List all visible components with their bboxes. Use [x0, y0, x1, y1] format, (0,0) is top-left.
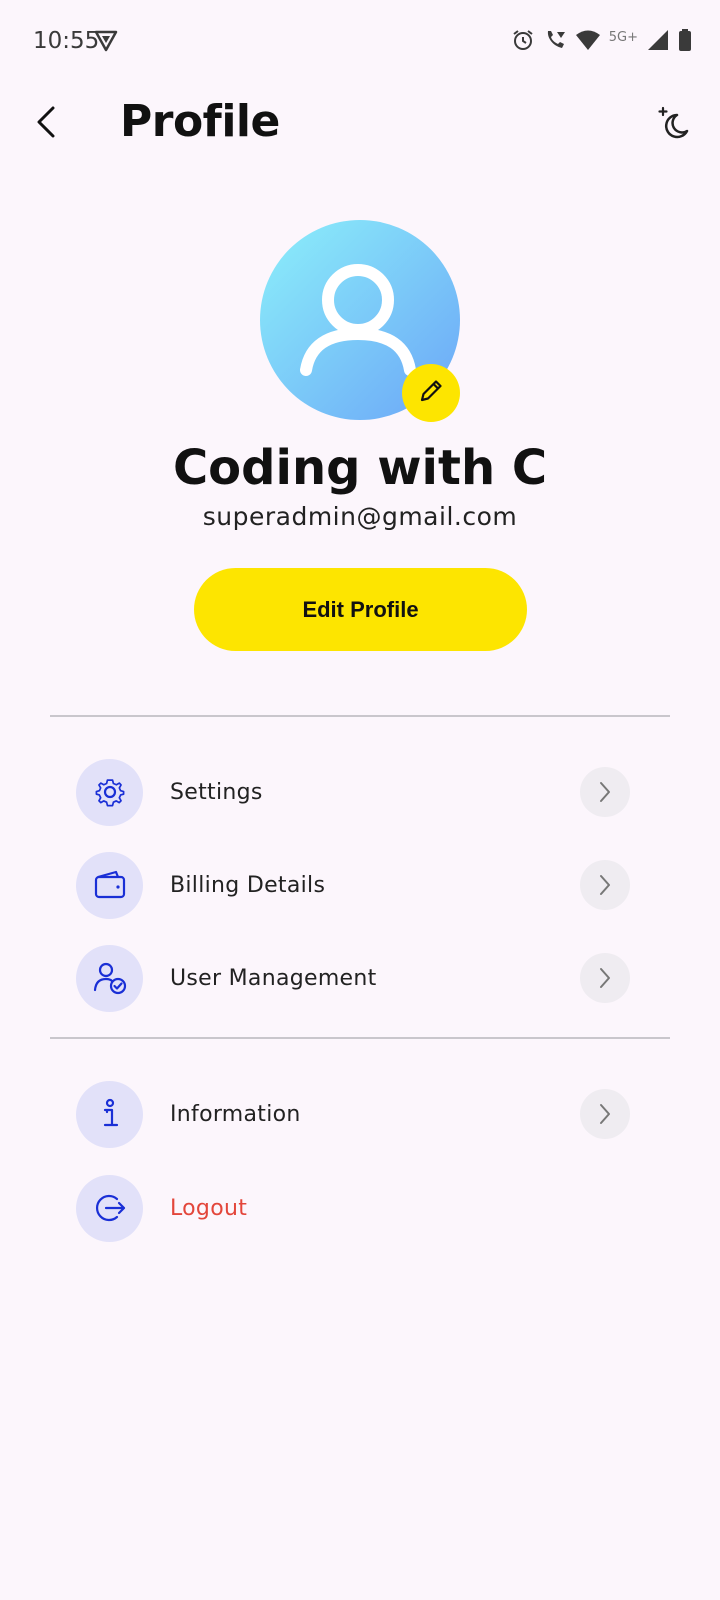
theme-toggle-button[interactable] — [650, 102, 698, 150]
chevron-right-icon — [580, 860, 630, 910]
menu-item-billing-details[interactable]: Billing Details — [76, 851, 632, 919]
menu-label-settings: Settings — [170, 779, 263, 805]
menu-label-logout: Logout — [170, 1195, 248, 1221]
battery-icon — [678, 28, 692, 57]
pencil-icon — [417, 377, 445, 410]
menu-item-information[interactable]: Information — [76, 1080, 632, 1148]
chevron-right-icon — [580, 953, 630, 1003]
dark-mode-icon — [655, 105, 693, 148]
info-icon — [76, 1080, 143, 1148]
wifi-icon — [575, 29, 601, 56]
divider — [50, 715, 670, 717]
alarm-icon — [511, 28, 535, 57]
wifi-call-icon — [543, 28, 567, 57]
menu-label-user-management: User Management — [170, 965, 377, 991]
menu-item-user-management[interactable]: User Management — [76, 944, 632, 1012]
user-check-icon — [76, 944, 143, 1012]
back-arrow-icon — [35, 105, 57, 144]
chevron-right-icon — [580, 767, 630, 817]
edit-profile-button[interactable]: Edit Profile — [194, 568, 527, 651]
back-button[interactable] — [26, 104, 66, 144]
status-time: 10:55 — [33, 28, 100, 54]
avatar-container — [260, 220, 460, 422]
network-type: 5G+ — [608, 30, 638, 45]
vpn-shield-icon — [94, 30, 118, 57]
menu-label-information: Information — [170, 1101, 301, 1127]
status-bar: 10:55 5G+ — [0, 0, 720, 84]
app-bar: Profile — [0, 90, 720, 162]
gear-icon — [76, 758, 143, 826]
menu-label-billing-details: Billing Details — [170, 872, 326, 898]
signal-icon — [646, 28, 670, 57]
chevron-right-icon — [580, 1089, 630, 1139]
divider — [50, 1037, 670, 1039]
page-title: Profile — [120, 96, 280, 147]
user-name: Coding with C — [172, 440, 548, 496]
menu-item-logout[interactable]: Logout — [76, 1174, 632, 1242]
wallet-icon — [76, 851, 143, 919]
menu-item-settings[interactable]: Settings — [76, 758, 632, 826]
logout-icon — [76, 1174, 143, 1242]
edit-avatar-button[interactable] — [402, 364, 460, 422]
user-email: superadmin@gmail.com — [202, 502, 518, 531]
